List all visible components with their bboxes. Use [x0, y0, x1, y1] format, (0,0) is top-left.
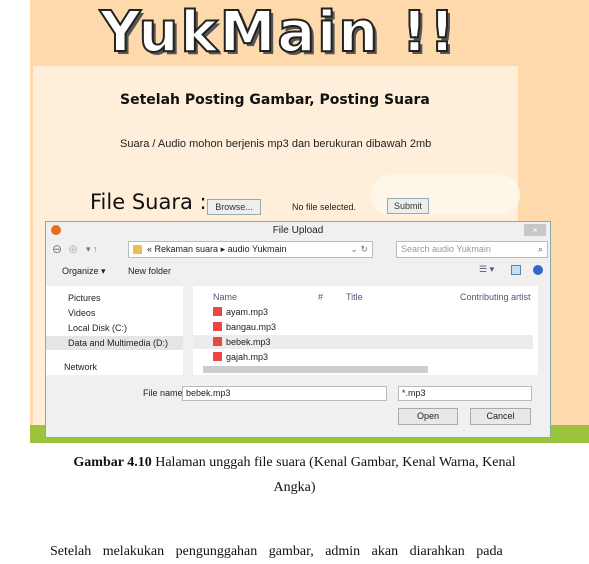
no-file-text: No file selected.: [292, 202, 357, 212]
back-icon[interactable]: ⊖: [52, 242, 62, 256]
search-icon: ⌕: [537, 244, 543, 254]
close-button[interactable]: ×: [524, 224, 546, 236]
refresh-icon[interactable]: ⌄ ↻: [350, 242, 368, 257]
nav-videos[interactable]: Videos: [68, 306, 95, 320]
folder-icon: [133, 245, 142, 254]
page-heading: Setelah Posting Gambar, Posting Suara: [120, 92, 430, 108]
organize-button[interactable]: Organize ▾: [62, 266, 106, 277]
file-row-selected[interactable]: bebek.mp3: [193, 335, 533, 349]
filetype-select[interactable]: *.mp3: [398, 386, 532, 401]
view-options-icon[interactable]: ☰ ▾: [479, 264, 494, 275]
open-button[interactable]: Open: [398, 408, 458, 425]
file-row[interactable]: bangau.mp3: [213, 320, 276, 334]
breadcrumb-rekaman[interactable]: Rekaman suara: [155, 244, 219, 254]
horizontal-scrollbar[interactable]: [203, 366, 428, 373]
browse-button[interactable]: Browse...: [207, 199, 261, 215]
body-paragraph: Setelah melakukan pengunggahan gambar, a…: [50, 544, 503, 559]
filename-input[interactable]: bebek.mp3: [182, 386, 387, 401]
dialog-title: File Upload: [272, 225, 324, 236]
search-input[interactable]: Search audio Yukmain ⌕: [396, 241, 548, 258]
caption-text: Halaman unggah file suara (Kenal Gambar,…: [151, 455, 516, 470]
file-row[interactable]: gajah.mp3: [213, 350, 268, 364]
audio-file-icon: [213, 322, 222, 331]
breadcrumb-sep: ▸: [220, 244, 226, 254]
nav-local-disk[interactable]: Local Disk (C:): [68, 321, 127, 335]
preview-pane-icon[interactable]: [511, 265, 521, 275]
nav-pictures[interactable]: Pictures: [68, 291, 101, 305]
search-placeholder: Search audio Yukmain: [401, 244, 491, 254]
file-list: Name # Title Contributing artist ayam.mp…: [193, 286, 538, 375]
new-folder-button[interactable]: New folder: [128, 266, 171, 276]
upload-note: Suara / Audio mohon berjenis mp3 dan ber…: [120, 138, 432, 150]
breadcrumb-audio[interactable]: audio Yukmain: [228, 244, 287, 254]
figure-caption-line2: Angka): [273, 480, 316, 495]
audio-file-icon: [213, 307, 222, 316]
forward-icon[interactable]: ⊕: [68, 242, 78, 256]
nav-data-multimedia[interactable]: Data and Multimedia (D:): [46, 336, 183, 350]
file-label: File Suara :: [90, 190, 207, 214]
column-artist[interactable]: Contributing artist: [460, 290, 531, 304]
navigation-pane: Pictures Videos Local Disk (C:) Data and…: [46, 286, 183, 375]
breadcrumb-chevrons: «: [147, 244, 153, 254]
up-icon[interactable]: ▾ ↑: [86, 244, 98, 255]
column-title[interactable]: Title: [346, 290, 363, 304]
column-number[interactable]: #: [318, 290, 323, 304]
nav-network[interactable]: Network: [64, 360, 97, 374]
audio-file-icon: [213, 337, 222, 346]
figure-caption: Gambar 4.10 Halaman unggah file suara (K…: [0, 455, 589, 471]
address-bar[interactable]: « Rekaman suara ▸ audio Yukmain ⌄ ↻: [128, 241, 373, 258]
audio-file-icon: [213, 352, 222, 361]
column-name[interactable]: Name: [213, 290, 237, 304]
file-upload-dialog: File Upload × ⊖ ⊕ ▾ ↑ « Rekaman suara ▸ …: [45, 221, 551, 438]
logo: YukMain !!: [99, 0, 457, 66]
submit-button[interactable]: Submit: [387, 198, 429, 214]
cancel-button[interactable]: Cancel: [470, 408, 531, 425]
filename-label: File name:: [143, 388, 186, 398]
caption-number: Gambar 4.10: [73, 455, 152, 470]
file-row[interactable]: ayam.mp3: [213, 305, 268, 319]
help-icon[interactable]: [533, 265, 543, 275]
